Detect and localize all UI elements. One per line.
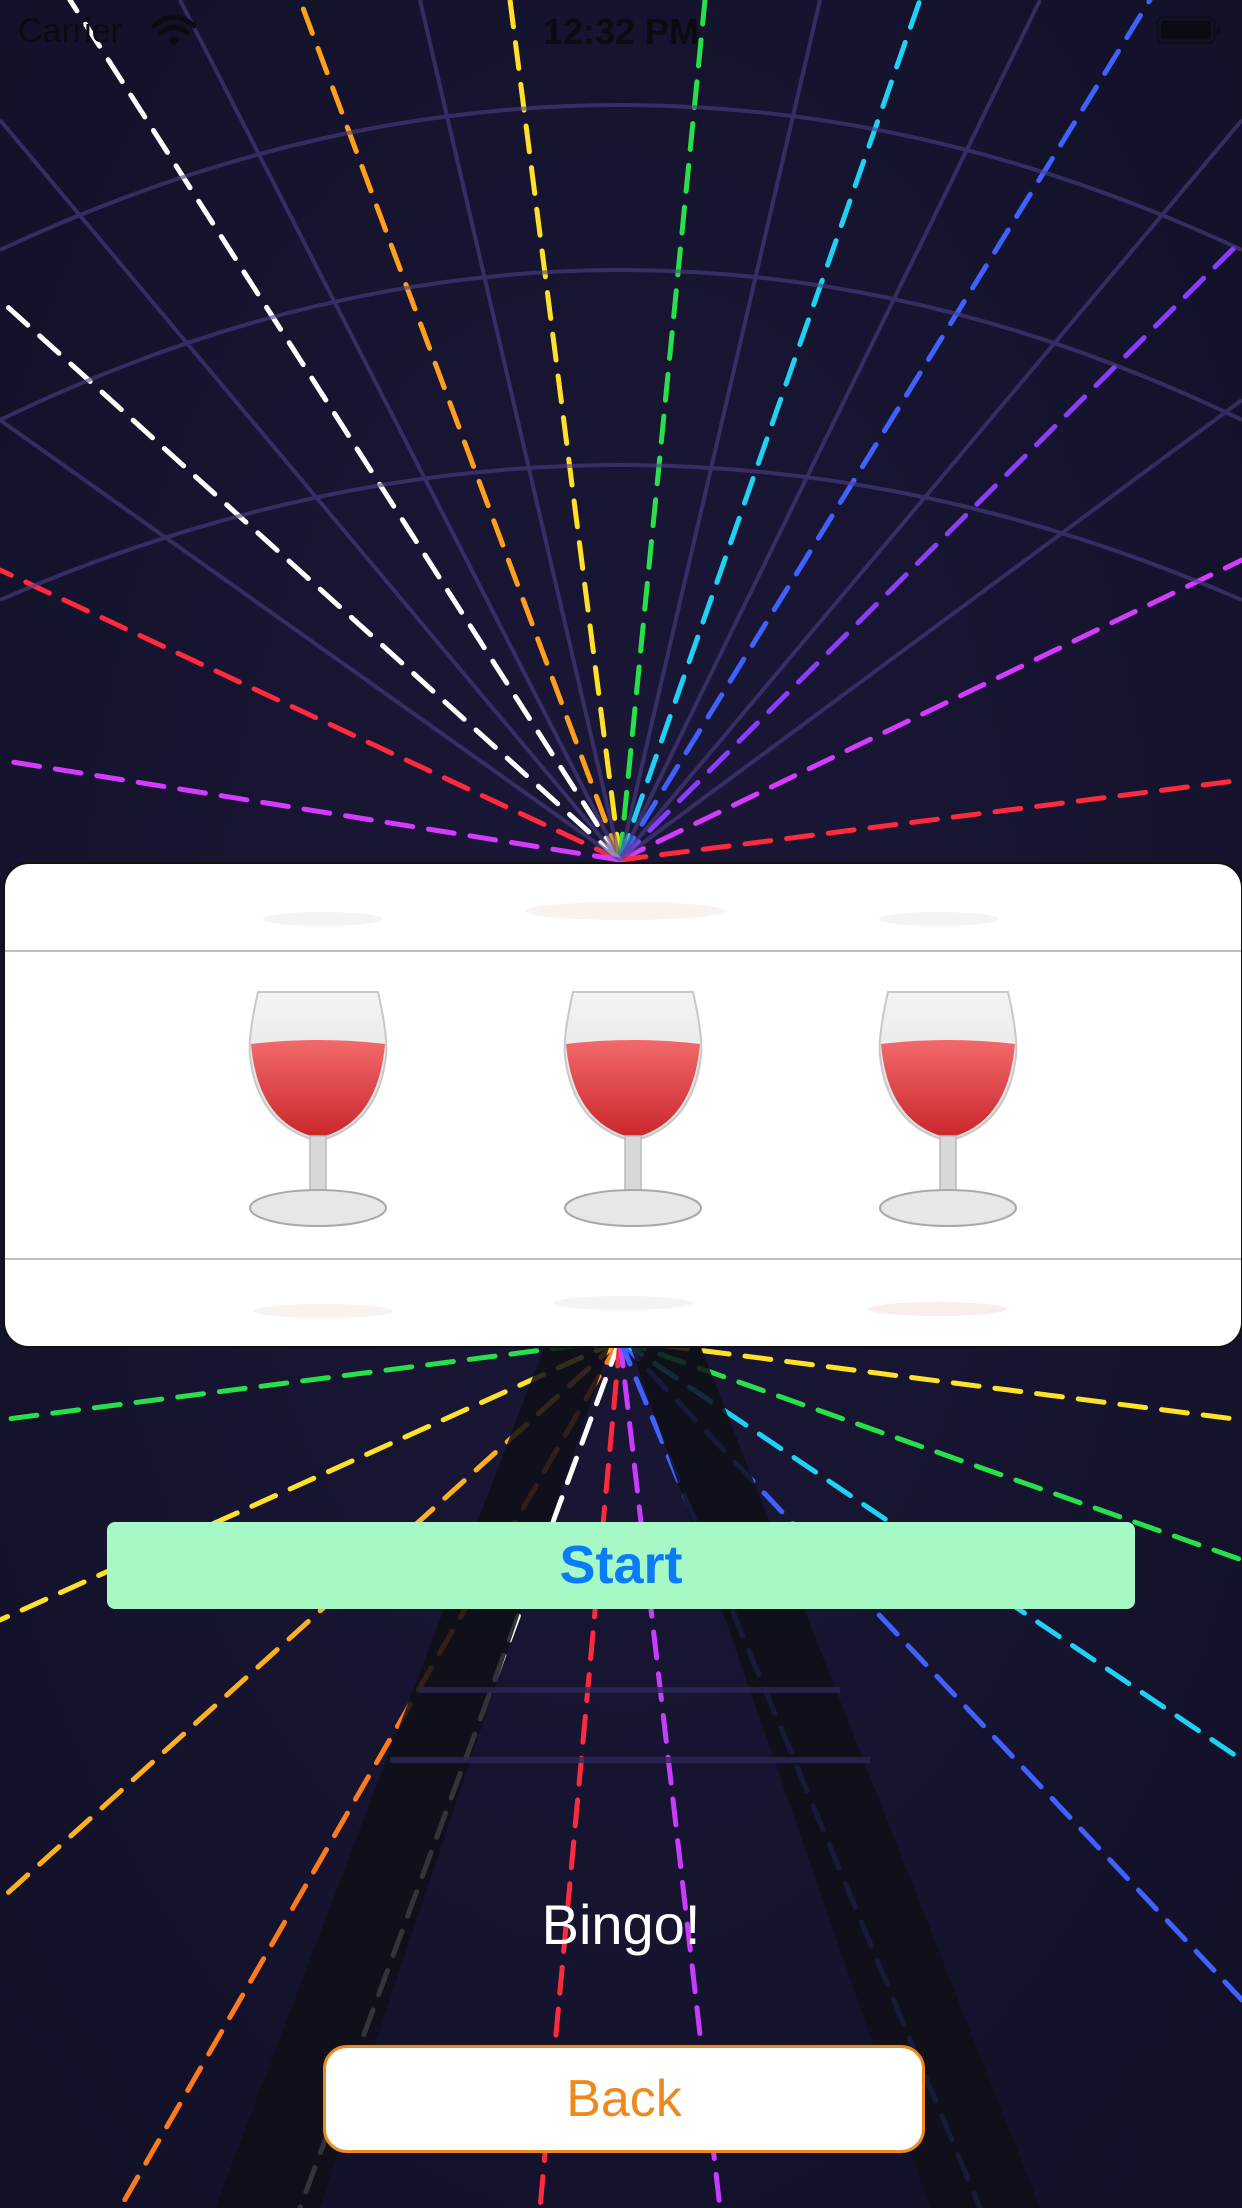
result-label: Bingo!: [541, 1893, 701, 1956]
wine-glass-icon[interactable]: [238, 986, 398, 1236]
picker-row-below-1: [253, 1304, 393, 1318]
picker-row-above-1: [263, 912, 383, 926]
battery-icon: [1156, 15, 1221, 45]
back-button[interactable]: Back: [323, 2045, 925, 2153]
picker-row-above-3: [879, 912, 999, 926]
wine-glass-icon[interactable]: [553, 986, 713, 1236]
selection-indicator-bottom: [5, 1258, 1241, 1260]
wine-glass-icon[interactable]: [868, 986, 1028, 1236]
picker-row-below-3: [867, 1302, 1007, 1316]
picker-row-below-2: [553, 1296, 693, 1310]
slot-picker[interactable]: [3, 862, 1242, 1348]
picker-row-above-2: [525, 902, 725, 920]
selection-indicator-top: [5, 950, 1241, 952]
start-button[interactable]: Start: [107, 1522, 1135, 1609]
status-bar: Carrier 12:32 PM: [0, 0, 1242, 60]
status-time: 12:32 PM: [542, 11, 700, 52]
